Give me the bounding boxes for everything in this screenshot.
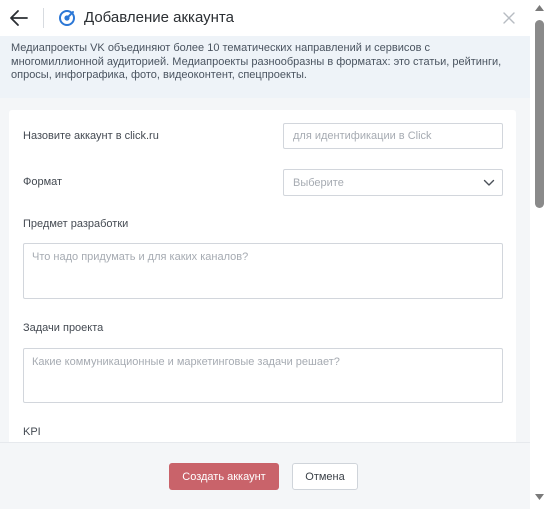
create-account-button[interactable]: Создать аккаунт [169,463,279,490]
account-name-input[interactable]: для идентификации в Click [283,123,503,149]
close-icon[interactable] [502,11,516,25]
format-select[interactable]: Выберите [283,169,503,196]
account-name-label: Назовите аккаунт в click.ru [23,130,159,142]
arrow-left-icon[interactable] [9,9,29,27]
tasks-label: Задачи проекта [23,322,104,334]
cancel-button[interactable]: Отмена [292,463,358,490]
dialog-header: Добавление аккаунта [0,0,530,36]
dialog-footer: Создать аккаунт Отмена [0,442,530,509]
form-card: Назовите аккаунт в click.ru для идентифи… [9,110,516,442]
kpi-label: KPI [23,426,41,438]
subject-textarea[interactable]: Что надо придумать и для каких каналов? [23,243,503,299]
format-placeholder: Выберите [293,176,344,189]
subject-placeholder: Что надо придумать и для каких каналов? [32,251,249,263]
chevron-down-icon [483,179,495,186]
header-divider [43,8,44,28]
tasks-placeholder: Какие коммуникационные и маркетинговые з… [32,356,340,368]
format-label: Формат [23,176,63,188]
scroll-down-arrow-icon[interactable] [535,494,544,500]
form-scroll-area[interactable]: Назовите аккаунт в click.ru для идентифи… [0,98,530,442]
dialog-title: Добавление аккаунта [84,9,234,26]
scrollbar-thumb[interactable] [535,20,544,208]
scroll-up-arrow-icon[interactable] [535,5,544,11]
description-text: Медиапроекты VK объединяют более 10 тема… [0,36,530,98]
vk-media-logo-icon [59,10,75,26]
tasks-textarea[interactable]: Какие коммуникационные и маркетинговые з… [23,348,503,403]
account-name-placeholder: для идентификации в Click [293,130,432,142]
scrollbar[interactable] [530,0,548,509]
subject-label: Предмет разработки [23,218,129,230]
